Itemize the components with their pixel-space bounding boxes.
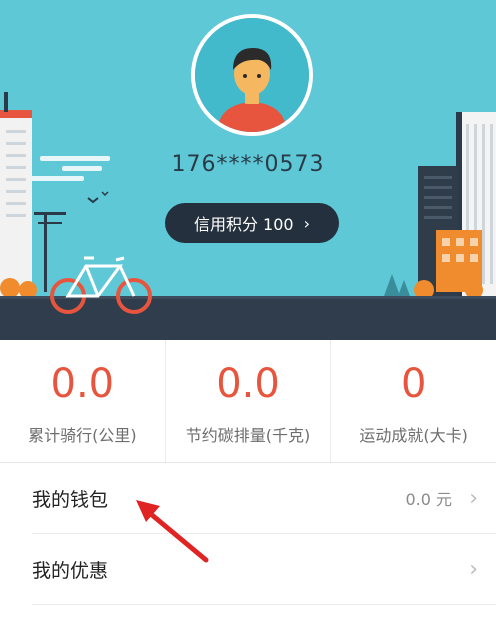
stat-label: 节约碳排量(千克) <box>185 426 311 445</box>
menu-item-label: 我的优惠 <box>32 559 109 582</box>
user-avatar[interactable] <box>191 14 313 136</box>
wallet-balance: 0.0 元 <box>405 490 452 509</box>
stat-calories: 0 运动成就(大卡) <box>330 340 496 462</box>
menu-item-label: 我的钱包 <box>32 488 109 511</box>
menu-item-wallet[interactable]: 我的钱包 0.0 元 › <box>0 463 496 533</box>
chevron-right-icon: › <box>469 485 478 511</box>
stat-label: 累计骑行(公里) <box>28 426 137 445</box>
credit-score-button[interactable]: 信用积分 100 › <box>165 203 339 243</box>
profile-header: 176****0573 信用积分 100 › <box>0 0 496 340</box>
credit-score-label: 信用积分 100 <box>193 215 294 234</box>
stat-value: 0.0 <box>50 361 115 407</box>
stat-value: 0 <box>400 361 427 407</box>
divider <box>32 604 496 605</box>
user-avatar-icon <box>195 18 309 132</box>
stat-carbon-saved: 0.0 节约碳排量(千克) <box>164 340 331 462</box>
chevron-right-icon: › <box>469 556 478 582</box>
menu-item-coupons[interactable]: 我的优惠 › <box>0 534 496 604</box>
phone-number: 176****0573 <box>171 152 325 177</box>
ride-stats: 0.0 累计骑行(公里) 0.0 节约碳排量(千克) 0 运动成就(大卡) <box>0 340 496 463</box>
chevron-right-icon: › <box>303 213 311 233</box>
stat-value: 0.0 <box>216 361 280 407</box>
stat-total-distance: 0.0 累计骑行(公里) <box>0 340 165 462</box>
stat-label: 运动成就(大卡) <box>359 426 468 445</box>
